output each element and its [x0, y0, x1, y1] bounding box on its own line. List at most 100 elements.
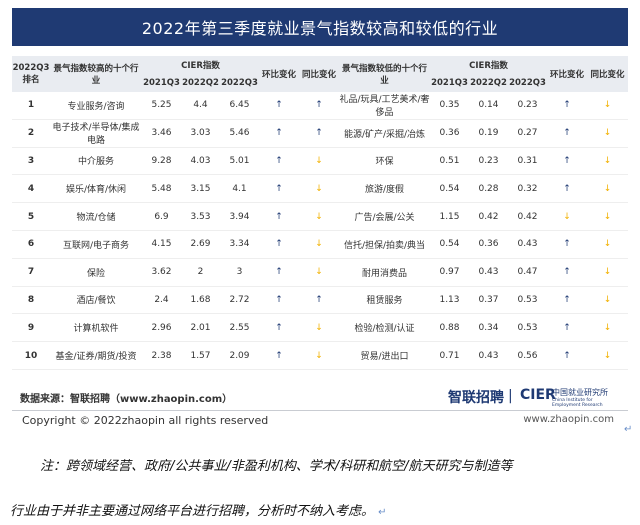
site-url: www.zhaopin.com — [523, 414, 614, 425]
table-row: 1 专业服务/咨询 5.25 4.4 6.45 ↑ ↑ 礼品/玩具/工艺美术/奢… — [12, 92, 628, 120]
high-value-2022q2: 1.57 — [181, 341, 220, 370]
header-q2-low: 2022Q2 — [469, 74, 508, 92]
header-mom-low: 环比变化 — [547, 56, 587, 92]
table-row: 9 计算机软件 2.96 2.01 2.55 ↑ ↓ 检验/检测/认证 0.88… — [12, 313, 628, 343]
note-line-1: 注：跨领域经营、政府/公共事业/非盈利机构、学术/科研和航空/航天研究与制造等 — [40, 455, 513, 474]
low-mom-arrow-icon: ↑ — [547, 174, 587, 204]
high-value-2022q3: 2.55 — [220, 313, 259, 343]
high-yoy-arrow-icon: ↑ — [299, 92, 339, 120]
low-mom-arrow-icon: ↑ — [547, 147, 587, 176]
high-yoy-arrow-icon: ↑ — [299, 119, 339, 148]
header-low-industry: 景气指数较低的十个行业 — [339, 56, 430, 92]
header-yoy-high: 同比变化 — [299, 56, 339, 92]
low-yoy-arrow-icon: ↓ — [587, 286, 628, 315]
high-value-2021q3: 9.28 — [142, 147, 181, 176]
high-value-2022q3: 3.34 — [220, 230, 259, 259]
high-yoy-arrow-icon: ↑ — [299, 286, 339, 315]
return-mark-icon: ↵ — [378, 507, 387, 518]
low-value-2021q3: 0.51 — [430, 147, 469, 176]
low-value-2022q3: 0.42 — [508, 202, 547, 231]
high-yoy-arrow-icon: ↓ — [299, 313, 339, 343]
low-yoy-arrow-icon: ↓ — [587, 258, 628, 287]
low-industry-cell: 能源/矿产/采掘/冶炼 — [339, 119, 430, 148]
high-yoy-arrow-icon: ↓ — [299, 341, 339, 370]
high-yoy-arrow-icon: ↓ — [299, 174, 339, 204]
low-industry-cell: 信托/担保/拍卖/典当 — [339, 230, 430, 259]
high-value-2022q2: 1.68 — [181, 286, 220, 315]
high-industry-cell: 专业服务/咨询 — [50, 92, 142, 120]
rank-cell: 5 — [12, 202, 50, 231]
high-industry-cell: 酒店/餐饮 — [50, 286, 142, 315]
low-yoy-arrow-icon: ↓ — [587, 341, 628, 370]
low-industry-cell: 贸易/进出口 — [339, 341, 430, 370]
table-row: 7 保险 3.62 2 3 ↑ ↓ 耐用消费品 0.97 0.43 0.47 ↑… — [12, 258, 628, 287]
high-value-2021q3: 4.15 — [142, 230, 181, 259]
low-mom-arrow-icon: ↓ — [547, 202, 587, 231]
high-value-2022q2: 4.4 — [181, 92, 220, 120]
high-value-2022q3: 2.72 — [220, 286, 259, 315]
footer-divider — [12, 410, 628, 411]
rank-cell: 7 — [12, 258, 50, 287]
header-yoy-low: 同比变化 — [587, 56, 628, 92]
high-industry-cell: 计算机软件 — [50, 313, 142, 343]
high-mom-arrow-icon: ↑ — [259, 119, 299, 148]
high-value-2021q3: 6.9 — [142, 202, 181, 231]
high-mom-arrow-icon: ↑ — [259, 341, 299, 370]
high-value-2022q3: 4.1 — [220, 174, 259, 204]
low-yoy-arrow-icon: ↓ — [587, 92, 628, 120]
header-q2-high: 2022Q2 — [181, 74, 220, 92]
low-value-2022q3: 0.53 — [508, 286, 547, 315]
low-value-2022q2: 0.37 — [469, 286, 508, 315]
low-industry-cell: 耐用消费品 — [339, 258, 430, 287]
cier-logo-cn: 中国就业研究所 — [552, 388, 608, 397]
low-mom-arrow-icon: ↑ — [547, 119, 587, 148]
low-value-2021q3: 0.71 — [430, 341, 469, 370]
high-mom-arrow-icon: ↑ — [259, 258, 299, 287]
header-rank: 2022Q3排名 — [12, 56, 50, 92]
low-value-2021q3: 1.15 — [430, 202, 469, 231]
high-value-2022q2: 2.01 — [181, 313, 220, 343]
high-yoy-arrow-icon: ↓ — [299, 230, 339, 259]
low-value-2021q3: 0.97 — [430, 258, 469, 287]
low-value-2022q2: 0.43 — [469, 341, 508, 370]
table-row: 4 娱乐/体育/休闲 5.48 3.15 4.1 ↑ ↓ 旅游/度假 0.54 … — [12, 174, 628, 204]
low-value-2022q3: 0.56 — [508, 341, 547, 370]
low-value-2022q3: 0.53 — [508, 313, 547, 343]
high-value-2022q3: 5.01 — [220, 147, 259, 176]
high-value-2022q3: 5.46 — [220, 119, 259, 148]
industry-table: 2022Q3排名 景气指数较高的十个行业 CIER指数 环比变化 同比变化 景气… — [12, 56, 628, 370]
note-line-1-text: 注：跨领域经营、政府/公共事业/非盈利机构、学术/科研和航空/航天研究与制造等 — [40, 459, 513, 474]
high-mom-arrow-icon: ↑ — [259, 202, 299, 231]
high-value-2021q3: 3.62 — [142, 258, 181, 287]
cier-logo-en: China Institute for Employment Research — [552, 398, 603, 408]
header-q1-high: 2021Q3 — [142, 74, 181, 92]
low-industry-cell: 旅游/度假 — [339, 174, 430, 204]
table-row: 10 基金/证券/期货/投资 2.38 1.57 2.09 ↑ ↓ 贸易/进出口… — [12, 341, 628, 370]
low-value-2022q2: 0.36 — [469, 230, 508, 259]
low-value-2021q3: 0.54 — [430, 174, 469, 204]
low-yoy-arrow-icon: ↓ — [587, 313, 628, 343]
low-yoy-arrow-icon: ↓ — [587, 119, 628, 148]
table-row: 2 电子技术/半导体/集成电路 3.46 3.03 5.46 ↑ ↑ 能源/矿产… — [12, 119, 628, 148]
low-value-2021q3: 0.36 — [430, 119, 469, 148]
low-value-2022q3: 0.27 — [508, 119, 547, 148]
high-value-2022q2: 2 — [181, 258, 220, 287]
cier-logo: CIER — [520, 387, 556, 403]
high-value-2022q2: 3.53 — [181, 202, 220, 231]
low-industry-cell: 租赁服务 — [339, 286, 430, 315]
high-value-2022q3: 2.09 — [220, 341, 259, 370]
high-value-2022q2: 3.03 — [181, 119, 220, 148]
low-industry-cell: 检验/检测/认证 — [339, 313, 430, 343]
return-mark-icon: ↵ — [624, 424, 633, 435]
low-yoy-arrow-icon: ↓ — [587, 202, 628, 231]
table-row: 8 酒店/餐饮 2.4 1.68 2.72 ↑ ↑ 租赁服务 1.13 0.37… — [12, 286, 628, 315]
low-value-2022q2: 0.19 — [469, 119, 508, 148]
header-mom-high: 环比变化 — [259, 56, 299, 92]
rank-cell: 3 — [12, 147, 50, 176]
low-yoy-arrow-icon: ↓ — [587, 147, 628, 176]
high-yoy-arrow-icon: ↓ — [299, 202, 339, 231]
header-q3-high: 2022Q3 — [220, 74, 259, 92]
high-yoy-arrow-icon: ↓ — [299, 147, 339, 176]
low-industry-cell: 广告/会展/公关 — [339, 202, 430, 231]
logo-separator: | — [508, 388, 513, 404]
